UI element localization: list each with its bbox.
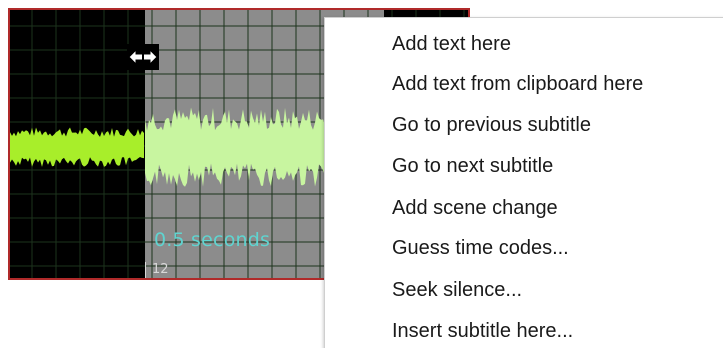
menu-item-go-to-previous-subtitle[interactable]: Go to previous subtitle — [392, 105, 591, 145]
menu-item-insert-subtitle-here[interactable]: Insert subtitle here... — [392, 311, 573, 348]
menu-item-seek-silence[interactable]: Seek silence... — [392, 270, 522, 310]
menu-item-add-text-from-clipboard[interactable]: Add text from clipboard here — [392, 64, 643, 104]
horizontal-resize-icon — [127, 44, 159, 70]
frame-marker-label: 12 — [152, 262, 169, 277]
selection-duration-label: 0.5 seconds — [154, 229, 271, 251]
menu-item-add-scene-change[interactable]: Add scene change — [392, 188, 558, 228]
menu-item-add-text-here[interactable]: Add text here — [392, 24, 511, 64]
waveform-context-menu: Add text here Add text from clipboard he… — [324, 17, 723, 348]
app-viewport: 12 0.5 seconds Add text here Add text fr… — [0, 0, 723, 348]
menu-item-go-to-next-subtitle[interactable]: Go to next subtitle — [392, 146, 553, 186]
frame-marker-tick — [145, 262, 146, 278]
menu-item-guess-time-codes[interactable]: Guess time codes... — [392, 228, 569, 268]
